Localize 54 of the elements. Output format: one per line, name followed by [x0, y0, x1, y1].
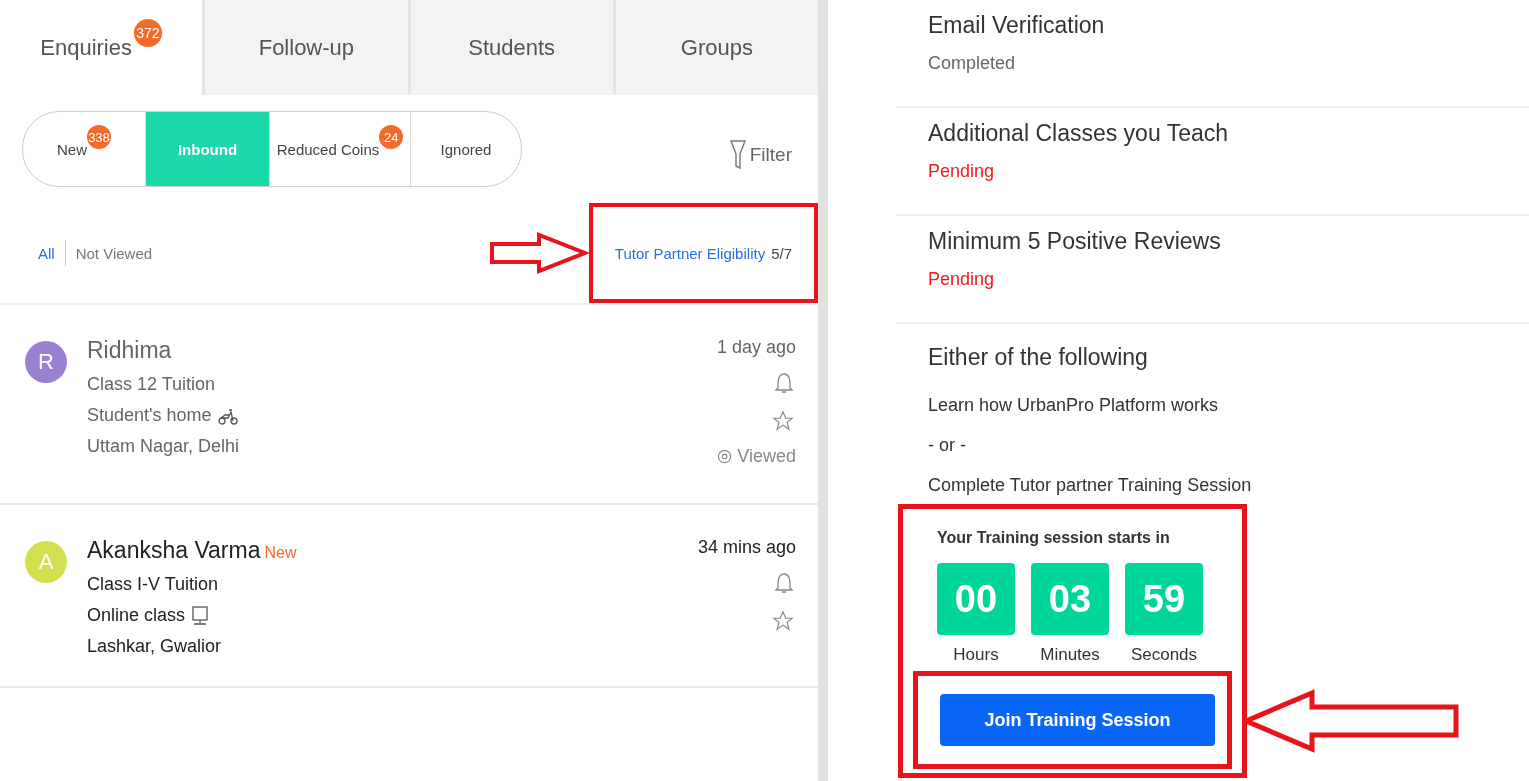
count-badge: 372: [134, 18, 162, 47]
mode-text: Student's home: [87, 405, 212, 426]
countdown-label: Minutes: [1040, 645, 1100, 665]
star-icon[interactable]: [772, 410, 794, 432]
eligibility-count: 5/7: [771, 244, 792, 262]
requirement-status: Pending: [928, 161, 996, 182]
bell-icon[interactable]: [774, 572, 794, 596]
timer-title: Your Training session starts in: [936, 529, 1171, 547]
countdown-digits: 59: [1125, 563, 1203, 635]
tab[interactable]: Students: [407, 0, 613, 95]
time-text: 34 mins ago: [697, 537, 796, 558]
requirement-title: Additional Classes you Teach: [928, 120, 1230, 147]
option-text: Complete Tutor partner Training Session: [928, 475, 1253, 496]
count-badge: 24: [379, 125, 404, 149]
section-title: Either of the following: [928, 344, 1149, 371]
view-filter-link[interactable]: All: [38, 244, 55, 262]
star-icon[interactable]: [772, 610, 794, 632]
student-name[interactable]: Ridhima: [87, 337, 172, 364]
segment-tab[interactable]: New 338: [23, 112, 145, 186]
eligibility-link[interactable]: Tutor Partner Eligibility: [614, 244, 766, 262]
student-name[interactable]: Akanksha Varma: [87, 537, 261, 564]
countdown-label: Hours: [953, 645, 999, 665]
new-tag: New: [264, 544, 297, 562]
filter-button[interactable]: Filter: [729, 140, 792, 170]
countdown-digits: 00: [937, 563, 1015, 635]
view-filter-link[interactable]: Not Viewed: [75, 244, 153, 262]
join-session-button[interactable]: Join Training Session: [940, 694, 1215, 746]
count-badge: 338: [87, 125, 111, 149]
bell-icon[interactable]: [774, 372, 794, 396]
requirement-title: Email Verification: [928, 12, 1106, 39]
class-text: Class 12 Tuition: [87, 374, 217, 395]
location-text: Lashkar, Gwalior: [87, 636, 223, 657]
countdown-digits: 03: [1031, 563, 1109, 635]
option-text: Learn how UrbanPro Platform works: [928, 395, 1220, 416]
segment-tab[interactable]: Reduced Coins 24: [269, 112, 410, 186]
avatar: R: [25, 341, 67, 383]
requirement-status: Completed: [928, 53, 1017, 74]
tab[interactable]: Groups: [612, 0, 818, 95]
monitor-icon: [191, 605, 210, 626]
tab[interactable]: Follow-up: [202, 0, 408, 95]
time-text: 1 day ago: [716, 337, 796, 358]
mode-text: Online class: [87, 605, 186, 626]
location-text: Uttam Nagar, Delhi: [87, 436, 241, 457]
segment-tab[interactable]: Ignored: [410, 112, 521, 186]
requirement-status: Pending: [928, 269, 996, 290]
eye-icon: [717, 449, 733, 464]
scooter-icon: [217, 406, 238, 425]
viewed-status: Viewed: [737, 446, 796, 467]
avatar: A: [25, 541, 67, 583]
requirement-title: Minimum 5 Positive Reviews: [928, 228, 1222, 255]
filter-icon: [729, 140, 746, 170]
class-text: Class I-V Tuition: [87, 574, 220, 595]
option-text: - or -: [928, 435, 967, 456]
countdown-label: Seconds: [1130, 645, 1198, 665]
